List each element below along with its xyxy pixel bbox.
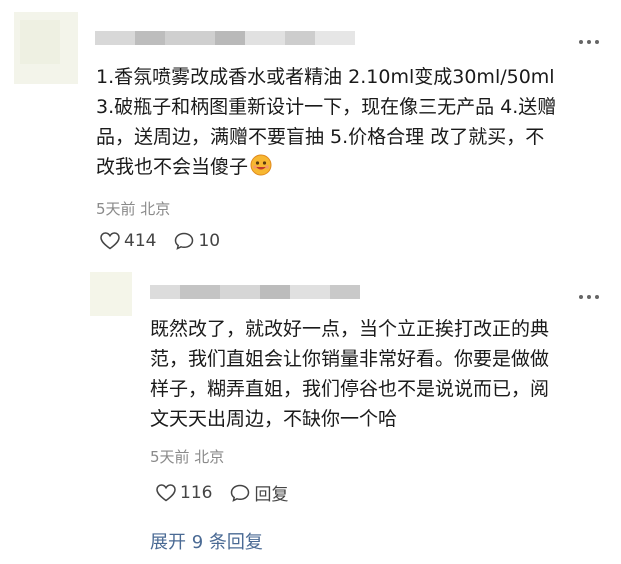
comment-text-line-4: 改我也不会当傻子: [96, 152, 606, 185]
heart-icon: [100, 232, 120, 250]
grinning-face-emoji-icon: [250, 154, 272, 185]
comment-text-line-3: 品，送周边，满赠不要盲抽 5.价格合理 改了就买，不: [96, 126, 545, 148]
reply-reply-label: 回复: [254, 485, 289, 505]
reply-actions: 116 回复: [156, 480, 306, 505]
reply-text-line-4: 文天天出周边，不缺你一个哈: [150, 408, 398, 430]
speech-bubble-icon: [231, 484, 250, 502]
reply-meta: 5天前 北京: [150, 448, 225, 466]
reply-text-line-3: 样子，糊弄直姐，我们停谷也不是说说而已，阅: [150, 378, 550, 400]
reply-text-line-2: 范，我们直姐会让你销量非常好看。你要是做做: [150, 348, 550, 370]
reply-like-button[interactable]: 116: [156, 483, 212, 503]
reply-username-blurred[interactable]: [150, 282, 360, 302]
comment-text-line-1: 1.香氛喷雾改成香水或者精油 2.10ml变成30ml/50ml: [96, 66, 555, 88]
comment-actions: 414 10: [100, 231, 238, 251]
reply-more-icon[interactable]: [578, 285, 600, 306]
heart-icon: [156, 483, 176, 501]
reply-reply-button[interactable]: 回复: [230, 480, 288, 505]
comment-more-icon[interactable]: [578, 30, 600, 51]
comment-like-button[interactable]: 414: [100, 231, 156, 251]
comment-reply-count-button[interactable]: 10: [174, 231, 220, 251]
reply-like-count: 116: [180, 482, 213, 503]
reply-text: 既然改了，就改好一点，当个立正挨打改正的典 范，我们直姐会让你销量非常好看。你要…: [150, 314, 605, 434]
comment-avatar[interactable]: [14, 12, 78, 84]
comment-text: 1.香氛喷雾改成香水或者精油 2.10ml变成30ml/50ml 3.破瓶子和柄…: [96, 62, 606, 185]
reply-avatar[interactable]: [90, 272, 132, 316]
comment-like-count: 414: [124, 231, 157, 251]
speech-bubble-icon: [175, 232, 194, 250]
expand-replies-link[interactable]: 展开 9 条回复: [150, 528, 263, 554]
reply-text-line-1: 既然改了，就改好一点，当个立正挨打改正的典: [150, 318, 550, 340]
comment-reply-count: 10: [198, 231, 221, 251]
comment-meta: 5天前 北京: [96, 200, 171, 218]
comment-text-line-4-content: 改我也不会当傻子: [96, 156, 249, 178]
comment-text-line-2: 3.破瓶子和柄图重新设计一下，现在像三无产品 4.送赠: [96, 96, 557, 118]
comment-username-blurred[interactable]: [95, 28, 355, 48]
